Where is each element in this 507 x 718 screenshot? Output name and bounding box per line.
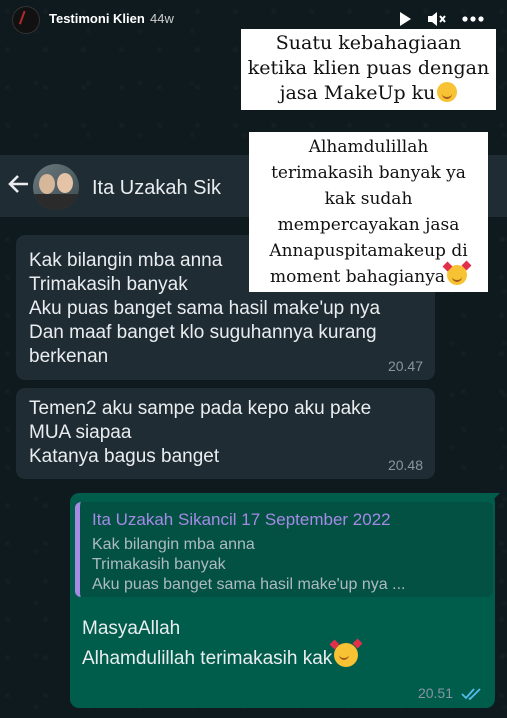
- quoted-message[interactable]: Ita Uzakah Sikancil 17 September 2022 Ka…: [75, 502, 493, 597]
- message-text: Temen2 aku sampe pada kepo aku pake MUA …: [29, 397, 371, 469]
- message-line: MUA siapaa: [29, 422, 132, 443]
- message-line: berkenan: [29, 346, 109, 367]
- message-line: Katanya bagus banget: [29, 446, 220, 467]
- caption-line: terimakasih banyak ya: [271, 163, 466, 183]
- message-line: MasyaAllah: [82, 618, 181, 639]
- mute-icon[interactable]: [426, 8, 448, 30]
- message-time: 20.47: [387, 358, 423, 374]
- double-check-icon: [461, 687, 483, 701]
- caption-top: Suatu kebahagiaan ketika klien puas deng…: [241, 29, 496, 110]
- caption-line: Alhamdulillah: [308, 137, 429, 157]
- contact-avatar[interactable]: [33, 164, 79, 210]
- outgoing-message[interactable]: Ita Uzakah Sikancil 17 September 2022 Ka…: [70, 493, 495, 708]
- story-avatar[interactable]: [12, 6, 40, 34]
- caption-line: Annapuspitamakeup di: [269, 241, 468, 261]
- message-line: Aku puas banget sama hasil make'up nya: [29, 298, 381, 319]
- smiling-hearts-emoji-icon: [442, 260, 472, 285]
- play-icon[interactable]: [394, 8, 416, 30]
- message-text: MasyaAllah Alhamdulillah terimakasih kak: [82, 614, 363, 673]
- quote-line: Kak bilangin mba anna: [92, 536, 255, 553]
- quote-line: Trimakasih banyak: [92, 556, 226, 573]
- quote-line: Aku puas banget sama hasil make'up nya .…: [92, 576, 406, 593]
- hugging-face-emoji-icon: [437, 82, 458, 102]
- contact-name[interactable]: Ita Uzakah Sik: [92, 177, 221, 200]
- message-line: Dan maaf banget klo suguhannya kurang: [29, 322, 377, 343]
- quote-author: Ita Uzakah Sikancil 17 September 2022: [92, 510, 391, 529]
- caption-line: mempercayakan jasa: [277, 215, 460, 235]
- incoming-message[interactable]: Temen2 aku sampe pada kepo aku pake MUA …: [16, 388, 435, 479]
- smiling-hearts-emoji-icon: [329, 638, 363, 667]
- back-arrow-icon[interactable]: [6, 171, 32, 197]
- quote-text: Kak bilangin mba anna Trimakasih banyak …: [92, 535, 405, 595]
- story-time-ago: 44w: [150, 11, 174, 26]
- caption-line: Suatu kebahagiaan: [275, 32, 462, 54]
- message-line: Temen2 aku sampe pada kepo aku pake: [29, 398, 372, 419]
- caption-middle: Alhamdulillah terimakasih banyak ya kak …: [249, 132, 488, 292]
- message-line: Alhamdulillah terimakasih kak: [82, 648, 333, 669]
- caption-line: jasa MakeUp ku: [279, 82, 436, 104]
- caption-line: moment bahagianya: [270, 267, 445, 287]
- message-time: 20.51: [417, 685, 453, 701]
- message-time: 20.48: [387, 457, 423, 473]
- caption-line: ketika klien puas dengan: [247, 57, 490, 79]
- story-username[interactable]: Testimoni Klien: [49, 11, 145, 26]
- more-icon[interactable]: [461, 8, 485, 30]
- caption-line: kak sudah: [324, 189, 413, 209]
